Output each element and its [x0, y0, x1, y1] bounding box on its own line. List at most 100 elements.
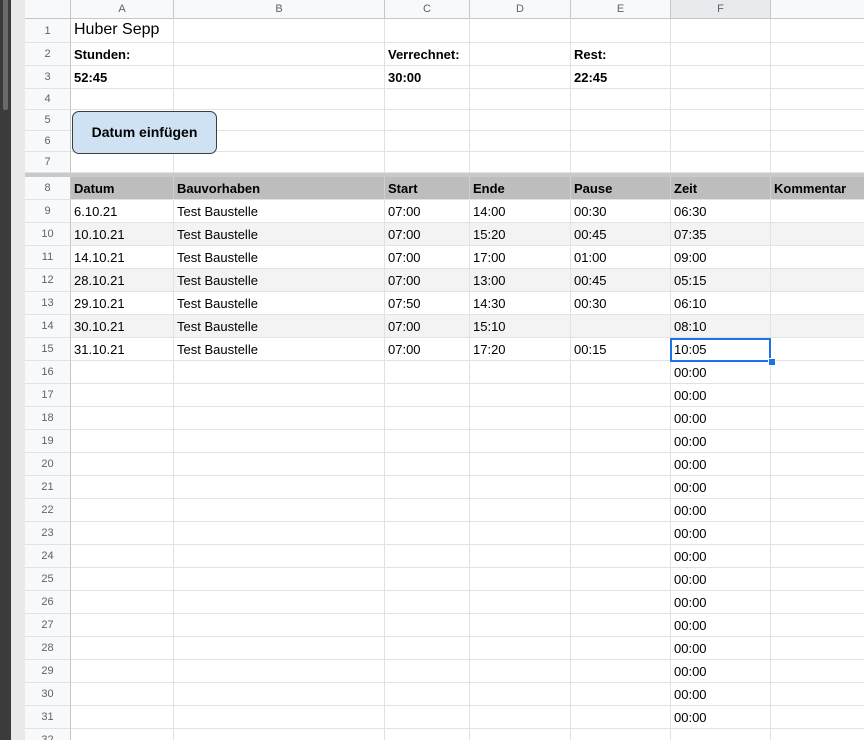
cell-E20[interactable] [571, 453, 671, 475]
cell-E7[interactable] [571, 152, 671, 172]
cell-D1[interactable] [470, 19, 571, 42]
row-header-24[interactable]: 24 [25, 545, 71, 568]
column-header-c[interactable]: C [385, 0, 470, 19]
cell-C26[interactable] [385, 591, 470, 613]
cell-E26[interactable] [571, 591, 671, 613]
cell-D19[interactable] [470, 430, 571, 452]
cell-G10[interactable] [771, 223, 864, 245]
cell-C2[interactable]: Verrechnet: [385, 43, 470, 65]
cell-E4[interactable] [571, 89, 671, 109]
cell-F6[interactable] [671, 131, 771, 151]
cell-A29[interactable] [71, 660, 174, 682]
cell-C27[interactable] [385, 614, 470, 636]
row-header-27[interactable]: 27 [25, 614, 71, 637]
cell-D14[interactable]: 15:10 [470, 315, 571, 337]
cell-D11[interactable]: 17:00 [470, 246, 571, 268]
cell-C7[interactable] [385, 152, 470, 172]
scrollbar-thumb[interactable] [3, 0, 8, 110]
cell-E10[interactable]: 00:45 [571, 223, 671, 245]
column-header-a[interactable]: A [71, 0, 174, 19]
cell-E15[interactable]: 00:15 [571, 338, 671, 360]
cell-D25[interactable] [470, 568, 571, 590]
cell-E25[interactable] [571, 568, 671, 590]
cell-G18[interactable] [771, 407, 864, 429]
cell-E19[interactable] [571, 430, 671, 452]
cell-A19[interactable] [71, 430, 174, 452]
frozen-rows-divider[interactable] [25, 173, 864, 177]
cell-G31[interactable] [771, 706, 864, 728]
row-header-25[interactable]: 25 [25, 568, 71, 591]
cell-E6[interactable] [571, 131, 671, 151]
cell-D22[interactable] [470, 499, 571, 521]
cell-G12[interactable] [771, 269, 864, 291]
cell-A30[interactable] [71, 683, 174, 705]
row-header-18[interactable]: 18 [25, 407, 71, 430]
cell-G14[interactable] [771, 315, 864, 337]
cell-F17[interactable]: 00:00 [671, 384, 771, 406]
fill-handle[interactable] [768, 358, 776, 366]
cell-B27[interactable] [174, 614, 385, 636]
cell-G15[interactable] [771, 338, 864, 360]
cell-D3[interactable] [470, 66, 571, 88]
cell-D18[interactable] [470, 407, 571, 429]
column-header-g[interactable] [771, 0, 864, 19]
cell-E28[interactable] [571, 637, 671, 659]
datum-einfuegen-button[interactable]: Datum einfügen [72, 111, 217, 154]
cell-D31[interactable] [470, 706, 571, 728]
cell-B19[interactable] [174, 430, 385, 452]
cell-F13[interactable]: 06:10 [671, 292, 771, 314]
cell-E8[interactable]: Pause [571, 177, 671, 199]
cell-B25[interactable] [174, 568, 385, 590]
cell-D10[interactable]: 15:20 [470, 223, 571, 245]
cell-B4[interactable] [174, 89, 385, 109]
cell-A28[interactable] [71, 637, 174, 659]
cell-A23[interactable] [71, 522, 174, 544]
cell-G26[interactable] [771, 591, 864, 613]
cell-C13[interactable]: 07:50 [385, 292, 470, 314]
cell-C16[interactable] [385, 361, 470, 383]
cell-E2[interactable]: Rest: [571, 43, 671, 65]
cell-D6[interactable] [470, 131, 571, 151]
cell-F28[interactable]: 00:00 [671, 637, 771, 659]
cell-B16[interactable] [174, 361, 385, 383]
cell-D32[interactable] [470, 729, 571, 740]
cell-C25[interactable] [385, 568, 470, 590]
cell-D21[interactable] [470, 476, 571, 498]
cell-C12[interactable]: 07:00 [385, 269, 470, 291]
cell-F27[interactable]: 00:00 [671, 614, 771, 636]
cell-A21[interactable] [71, 476, 174, 498]
cell-E32[interactable] [571, 729, 671, 740]
cell-B32[interactable] [174, 729, 385, 740]
cell-E23[interactable] [571, 522, 671, 544]
cell-C19[interactable] [385, 430, 470, 452]
cell-F2[interactable] [671, 43, 771, 65]
cell-B10[interactable]: Test Baustelle [174, 223, 385, 245]
cell-A16[interactable] [71, 361, 174, 383]
cell-A10[interactable]: 10.10.21 [71, 223, 174, 245]
cell-D7[interactable] [470, 152, 571, 172]
cell-F29[interactable]: 00:00 [671, 660, 771, 682]
row-header-26[interactable]: 26 [25, 591, 71, 614]
cell-D13[interactable]: 14:30 [470, 292, 571, 314]
cell-A4[interactable] [71, 89, 174, 109]
row-header-17[interactable]: 17 [25, 384, 71, 407]
cell-B23[interactable] [174, 522, 385, 544]
cell-C29[interactable] [385, 660, 470, 682]
cell-G28[interactable] [771, 637, 864, 659]
cell-B7[interactable] [174, 152, 385, 172]
cell-B28[interactable] [174, 637, 385, 659]
cell-E17[interactable] [571, 384, 671, 406]
cell-C6[interactable] [385, 131, 470, 151]
cell-G1[interactable] [771, 19, 864, 42]
row-header-7[interactable]: 7 [25, 152, 71, 173]
cell-B13[interactable]: Test Baustelle [174, 292, 385, 314]
cell-G2[interactable] [771, 43, 864, 65]
cell-F22[interactable]: 00:00 [671, 499, 771, 521]
cell-B20[interactable] [174, 453, 385, 475]
cell-E21[interactable] [571, 476, 671, 498]
cell-D20[interactable] [470, 453, 571, 475]
cell-E9[interactable]: 00:30 [571, 200, 671, 222]
cell-C22[interactable] [385, 499, 470, 521]
cell-A3[interactable]: 52:45 [71, 66, 174, 88]
cell-E11[interactable]: 01:00 [571, 246, 671, 268]
